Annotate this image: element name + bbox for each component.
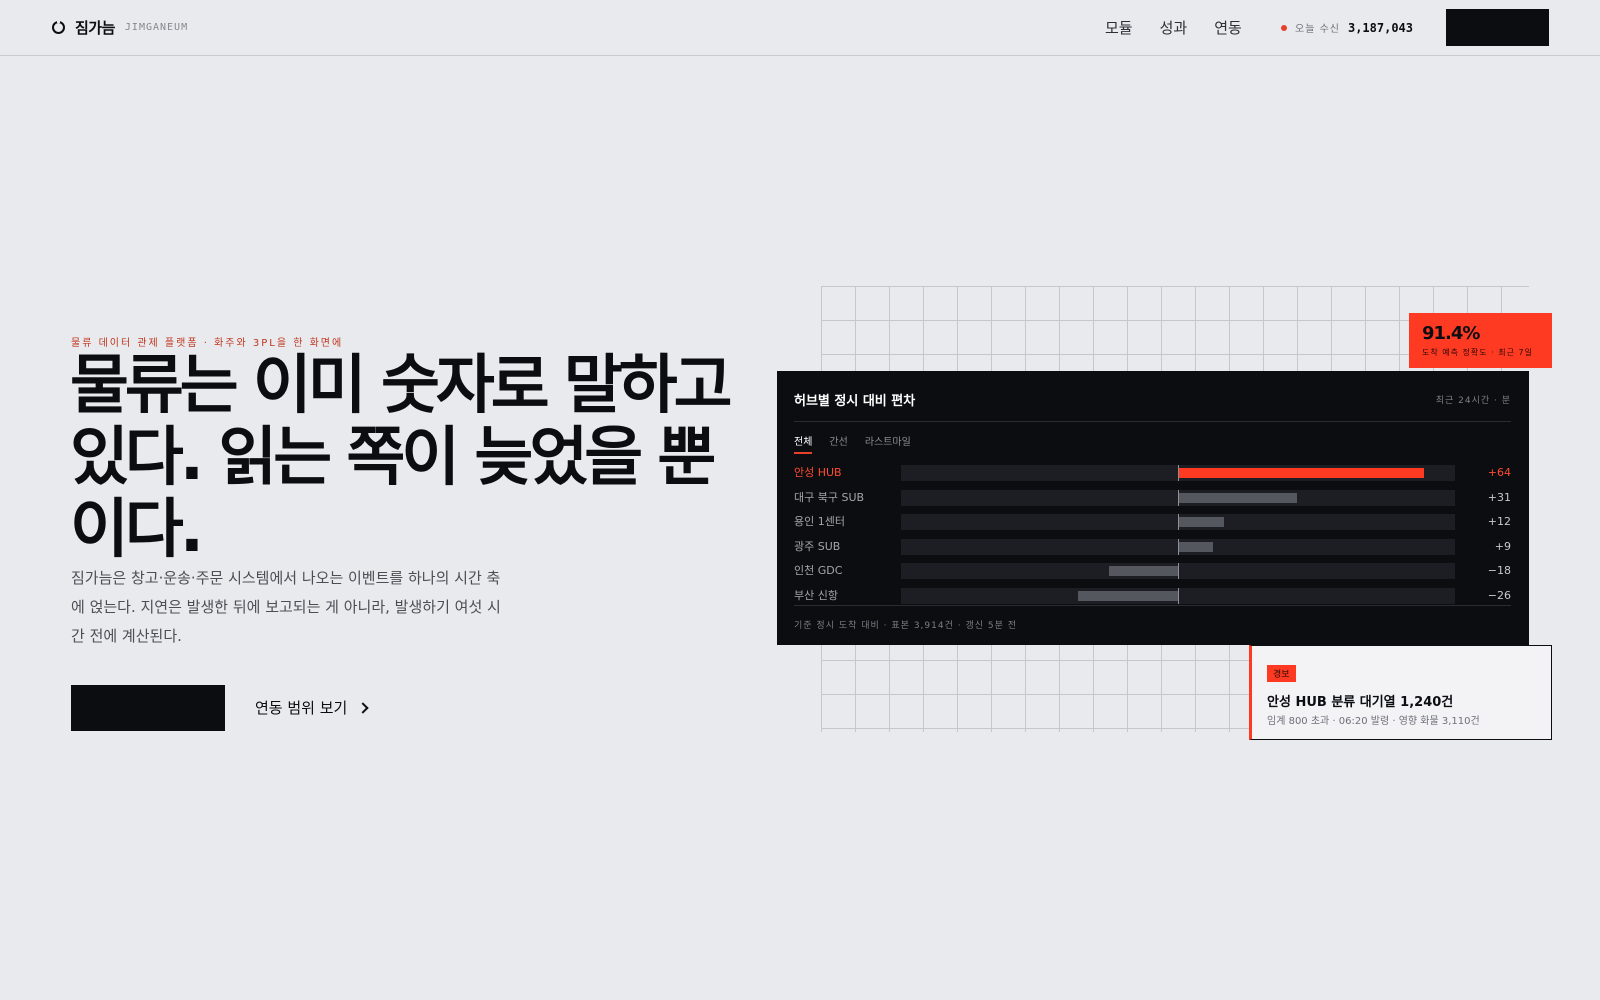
tab-last-mile[interactable]: 라스트마일 — [865, 433, 911, 454]
chart-track — [901, 489, 1455, 506]
primary-cta-button[interactable] — [71, 685, 225, 731]
chart-zero-line — [1178, 538, 1179, 555]
brand-name: 짐가늠 — [75, 19, 115, 37]
chart-value-label: +64 — [1487, 466, 1511, 479]
chart-track — [901, 563, 1455, 579]
chart-row-label: 용인 1센터 — [794, 515, 845, 528]
chart-value-label: −18 — [1487, 564, 1511, 577]
chart-track — [901, 538, 1455, 555]
chart-row-label: 부산 신항 — [794, 588, 838, 602]
chart-row[interactable]: 광주 SUB +9 — [794, 538, 1511, 564]
nav-link-modules[interactable]: 모듈 — [1105, 17, 1133, 38]
panel-title: 허브별 정시 대비 편차 — [794, 394, 916, 409]
hero-lede: 짐가늠은 창고·운송·주문 시스템에서 나오는 이벤트를 하나의 시간 축에 얹… — [71, 569, 501, 645]
accuracy-caption: 도착 예측 정확도 · 최근 7일 — [1422, 348, 1533, 357]
chart-row-label: 대구 북구 SUB — [794, 490, 865, 504]
chart-track — [901, 465, 1455, 481]
alert-tag: 경보 — [1267, 665, 1296, 682]
chart-bar — [1108, 566, 1178, 576]
chart-row[interactable]: 용인 1센터 +12 — [794, 514, 1511, 539]
brand-ring-icon — [52, 19, 65, 34]
panel-divider — [794, 421, 1511, 422]
chart-row-label: 인천 GDC — [794, 564, 843, 577]
top-navigation-bar: 짐가늠 JIMGANEUM 모듈 성과 연동 오늘 수신 3,187,043 — [0, 0, 1600, 56]
accuracy-stat-badge: 91.4% 도착 예측 정확도 · 최근 7일 — [1409, 313, 1552, 368]
brand-logo[interactable]: 짐가늠 JIMGANEUM — [52, 17, 188, 38]
alert-detail: 임계 800 초과 · 06:20 발령 · 영향 화물 3,110건 — [1267, 716, 1480, 727]
chart-zero-line — [1178, 563, 1179, 579]
view-integrations-label: 연동 범위 보기 — [255, 699, 348, 717]
brand-romanized-name: JIMGANEUM — [124, 22, 189, 33]
chart-bar — [1178, 492, 1298, 503]
chart-value-label: +9 — [1494, 539, 1511, 553]
nav-link-results[interactable]: 성과 — [1160, 17, 1188, 38]
hero-eyebrow: 물류 데이터 관제 플랫폼 · 화주와 3PL을 한 화면에 — [71, 338, 344, 349]
chart-bar — [1077, 590, 1178, 601]
chart-bar — [1178, 517, 1225, 527]
panel-tabs: 전체 간선 라스트마일 — [794, 433, 928, 454]
panel-footnote: 기준 정시 도착 대비 · 표본 3,914건 · 갱신 5분 전 — [794, 621, 1018, 631]
tab-all[interactable]: 전체 — [794, 433, 813, 454]
chart-zero-line — [1178, 587, 1179, 604]
header-cta-button[interactable] — [1446, 9, 1549, 46]
panel-meta: 최근 24시간 · 분 — [1435, 396, 1511, 406]
alert-title: 안성 HUB 분류 대기열 1,240건 — [1267, 695, 1454, 710]
hub-deviation-panel: 허브별 정시 대비 편차 최근 24시간 · 분 전체 간선 라스트마일 안성 … — [777, 371, 1529, 645]
chart-row-label: 광주 SUB — [794, 539, 841, 553]
chevron-right-icon — [357, 701, 370, 714]
view-integrations-link[interactable]: 연동 범위 보기 — [255, 697, 370, 718]
nav-link-integrations[interactable]: 연동 — [1214, 17, 1242, 38]
chart-row[interactable]: 인천 GDC −18 — [794, 563, 1511, 588]
chart-zero-line — [1178, 489, 1179, 506]
chart-track — [901, 514, 1455, 530]
chart-zero-line — [1178, 465, 1179, 481]
chart-zero-line — [1178, 514, 1179, 530]
alert-card[interactable]: 경보 안성 HUB 분류 대기열 1,240건 임계 800 초과 · 06:2… — [1249, 645, 1552, 740]
main-nav: 모듈 성과 연동 — [1105, 17, 1269, 38]
chart-track — [901, 587, 1455, 604]
chart-value-label: +12 — [1487, 515, 1511, 528]
ticker-label: 오늘 수신 — [1295, 24, 1340, 35]
chart-bar — [1178, 468, 1425, 478]
chart-row-label: 안성 HUB — [794, 466, 842, 479]
chart-bar — [1178, 541, 1213, 552]
chart-row[interactable]: 안성 HUB +64 — [794, 465, 1511, 490]
chart-row[interactable]: 부산 신항 −26 — [794, 587, 1511, 613]
ticker-value: 3,187,043 — [1347, 20, 1414, 35]
chart-value-label: +31 — [1487, 490, 1511, 504]
tab-linehaul[interactable]: 간선 — [829, 433, 847, 454]
live-dot-icon — [1281, 24, 1287, 31]
chart-row[interactable]: 대구 북구 SUB +31 — [794, 489, 1511, 515]
accuracy-value: 91.4% — [1422, 323, 1480, 344]
panel-footer-divider — [794, 605, 1511, 606]
deviation-bar-chart: 안성 HUB +64 대구 북구 SUB +31 용인 1센터 +12 광주 SUB +9 인천… — [794, 465, 1511, 612]
live-ticker: 오늘 수신 3,187,043 — [1281, 20, 1413, 35]
hero-headline: 물류는 이미 숫자로 말하고 있다. 읽는 쪽이 늦었을 뿐이다. — [70, 349, 733, 567]
chart-value-label: −26 — [1487, 588, 1511, 602]
